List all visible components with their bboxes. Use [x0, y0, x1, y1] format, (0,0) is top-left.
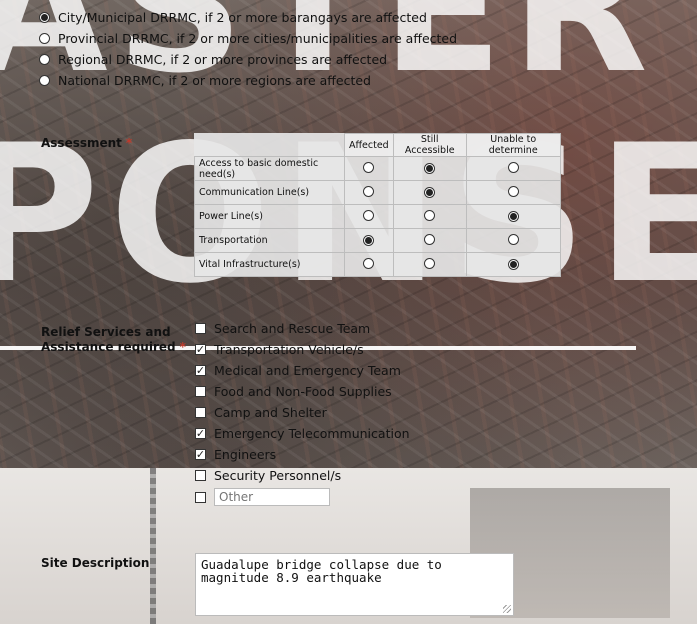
- option-label: Search and Rescue Team: [214, 320, 371, 336]
- radio-button[interactable]: [363, 161, 375, 173]
- option-label: National DRRMC, if 2 or more regions are…: [58, 72, 371, 88]
- grid-row: Access to basic domestic need(s): [194, 156, 561, 181]
- radio-button[interactable]: [424, 186, 436, 198]
- relief-option-other[interactable]: [195, 487, 330, 507]
- relief-label-line1: Relief Services and: [41, 325, 171, 339]
- relief-label-line2: Assistance required: [41, 340, 176, 354]
- column-header-unable: Unable to determine: [465, 133, 561, 157]
- radio-button[interactable]: [507, 210, 519, 222]
- relief-option-food[interactable]: Food and Non-Food Supplies: [195, 381, 392, 401]
- grid-cell[interactable]: [344, 204, 394, 229]
- relief-label: Relief Services and Assistance required *: [41, 325, 186, 355]
- option-label: Camp and Shelter: [214, 404, 327, 420]
- radio-button[interactable]: [39, 53, 50, 65]
- checkbox[interactable]: [195, 406, 206, 418]
- checkbox[interactable]: ✓: [195, 343, 206, 355]
- relief-option-medical[interactable]: ✓ Medical and Emergency Team: [195, 360, 401, 380]
- column-header-still-accessible: Still Accessible: [392, 133, 467, 157]
- radio-button[interactable]: [424, 233, 436, 245]
- grid-cell[interactable]: [392, 252, 467, 277]
- option-label: Provincial DRRMC, if 2 or more cities/mu…: [58, 30, 458, 46]
- assessment-grid: Affected Still Accessible Unable to dete…: [194, 133, 561, 277]
- grid-row: Power Line(s): [194, 204, 561, 229]
- radio-button[interactable]: [363, 257, 375, 269]
- row-label: Access to basic domestic need(s): [194, 156, 345, 181]
- site-description-text: Guadalupe bridge collapse due to magnitu…: [201, 557, 442, 585]
- radio-button[interactable]: [363, 185, 375, 197]
- option-label: Medical and Emergency Team: [214, 362, 401, 378]
- grid-cell[interactable]: [465, 252, 561, 277]
- grid-header-row: Affected Still Accessible Unable to dete…: [195, 133, 561, 157]
- row-label: Power Line(s): [194, 204, 345, 229]
- radio-button[interactable]: [507, 233, 519, 245]
- option-label: Food and Non-Food Supplies: [214, 383, 392, 399]
- level-option-regional[interactable]: Regional DRRMC, if 2 or more provinces a…: [39, 49, 387, 69]
- relief-option-security[interactable]: Security Personnel/s: [195, 465, 341, 485]
- grid-row: Vital Infrastructure(s): [194, 252, 561, 277]
- grid-cell[interactable]: [392, 228, 467, 253]
- assessment-label: Assessment *: [41, 136, 132, 151]
- grid-cell[interactable]: [344, 252, 394, 277]
- level-option-city[interactable]: City/Municipal DRRMC, if 2 or more baran…: [39, 7, 427, 27]
- checkbox[interactable]: ✓: [195, 364, 206, 376]
- column-header-affected: Affected: [344, 133, 394, 157]
- option-label: Regional DRRMC, if 2 or more provinces a…: [58, 51, 388, 67]
- level-option-national[interactable]: National DRRMC, if 2 or more regions are…: [39, 70, 371, 90]
- radio-button[interactable]: [424, 209, 436, 221]
- checkbox[interactable]: ✓: [195, 427, 206, 439]
- other-checkbox[interactable]: [195, 491, 206, 503]
- assessment-label-text: Assessment: [41, 136, 122, 150]
- option-label: Security Personnel/s: [214, 467, 342, 483]
- required-mark: *: [179, 340, 186, 354]
- grid-cell[interactable]: [344, 156, 394, 181]
- row-label: Vital Infrastructure(s): [194, 252, 345, 277]
- radio-button[interactable]: [507, 161, 519, 173]
- row-label: Communication Line(s): [194, 180, 345, 205]
- other-input[interactable]: [214, 488, 330, 506]
- radio-button[interactable]: [39, 74, 50, 86]
- grid-cell[interactable]: [465, 156, 561, 181]
- option-label: Transportation Vehicle/s: [214, 341, 364, 357]
- grid-cell[interactable]: [465, 180, 561, 205]
- checkbox[interactable]: [195, 469, 206, 481]
- grid-cell[interactable]: [392, 204, 467, 229]
- grid-cell[interactable]: [344, 228, 394, 253]
- relief-option-transportation[interactable]: ✓ Transportation Vehicle/s: [195, 339, 364, 359]
- checkbox[interactable]: [195, 322, 206, 334]
- site-description-field[interactable]: Guadalupe bridge collapse due to magnitu…: [195, 553, 514, 616]
- checkbox[interactable]: [195, 385, 206, 397]
- grid-corner: [195, 134, 345, 157]
- row-label: Transportation: [194, 228, 345, 253]
- grid-cell[interactable]: [465, 204, 561, 229]
- required-mark: *: [125, 136, 133, 150]
- form: City/Municipal DRRMC, if 2 or more baran…: [0, 0, 697, 624]
- grid-cell[interactable]: [344, 180, 394, 205]
- relief-option-engineers[interactable]: ✓ Engineers: [195, 444, 276, 464]
- relief-option-telecom[interactable]: ✓ Emergency Telecommunication: [195, 423, 410, 443]
- level-option-provincial[interactable]: Provincial DRRMC, if 2 or more cities/mu…: [39, 28, 457, 48]
- radio-button[interactable]: [39, 32, 50, 44]
- checkbox[interactable]: ✓: [195, 448, 206, 460]
- grid-cell[interactable]: [392, 180, 467, 205]
- grid-cell[interactable]: [392, 156, 467, 181]
- grid-row: Transportation: [194, 228, 561, 253]
- grid-cell[interactable]: [465, 228, 561, 253]
- option-label: Emergency Telecommunication: [214, 425, 410, 441]
- site-description-label: Site Description: [41, 556, 150, 570]
- option-label: Engineers: [214, 446, 277, 462]
- option-label: City/Municipal DRRMC, if 2 or more baran…: [58, 9, 427, 25]
- radio-button[interactable]: [507, 258, 519, 270]
- radio-button[interactable]: [424, 257, 436, 269]
- radio-button[interactable]: [39, 11, 50, 23]
- radio-button[interactable]: [363, 209, 375, 221]
- resize-handle[interactable]: [503, 605, 511, 613]
- relief-option-camp[interactable]: Camp and Shelter: [195, 402, 327, 422]
- grid-row: Communication Line(s): [194, 180, 561, 205]
- radio-button[interactable]: [424, 162, 436, 174]
- radio-button[interactable]: [507, 185, 519, 197]
- radio-button[interactable]: [363, 234, 375, 246]
- relief-label-line2-wrap: Assistance required *: [41, 340, 186, 355]
- relief-option-search-rescue[interactable]: Search and Rescue Team: [195, 318, 370, 338]
